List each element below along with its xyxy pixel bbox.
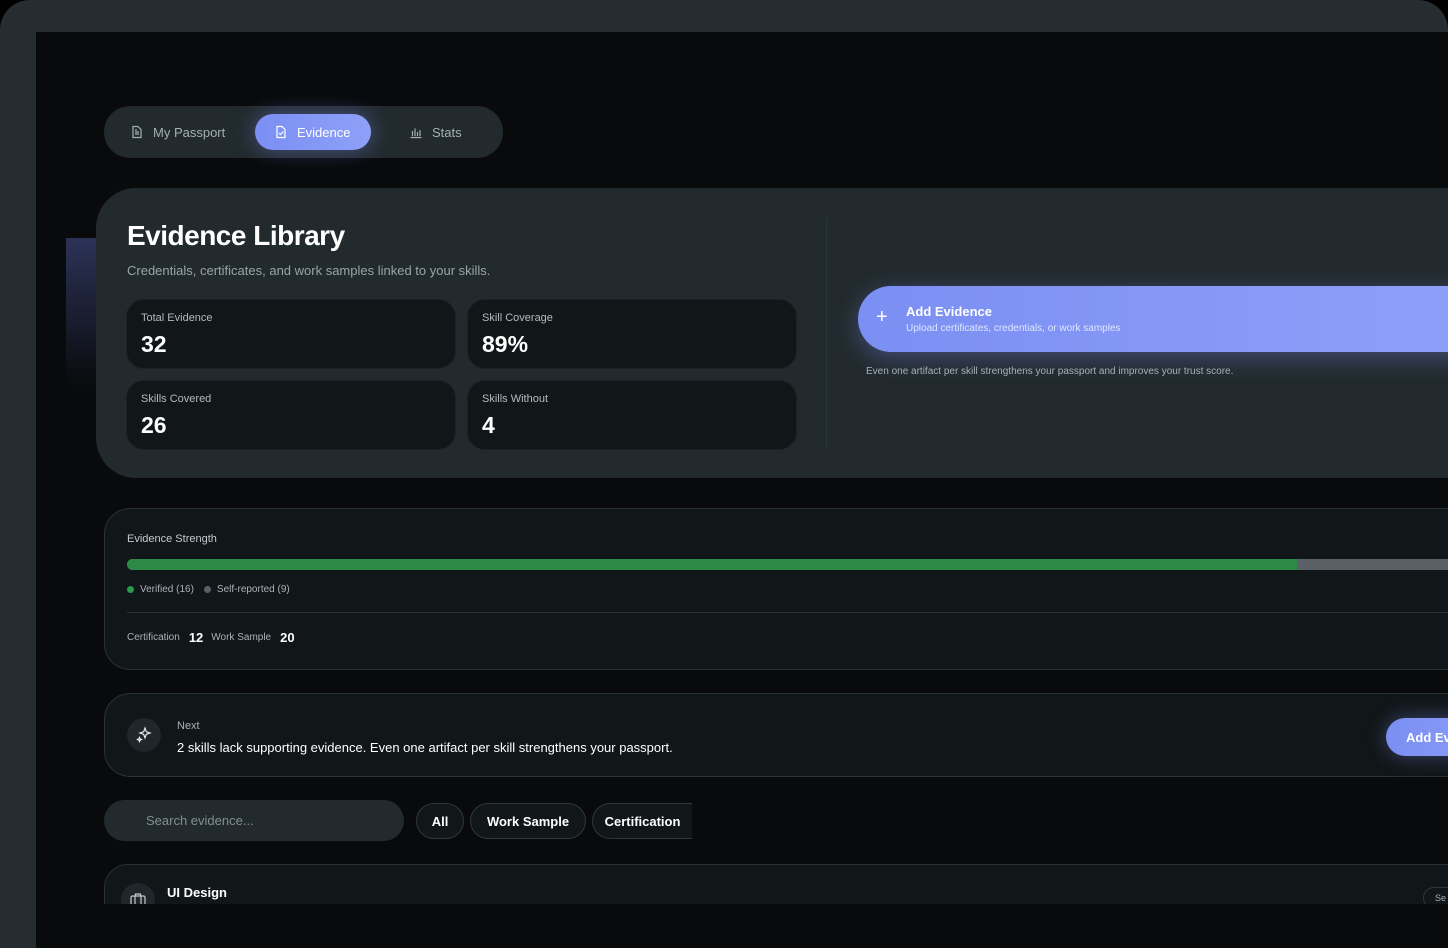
stat-total-evidence: Total Evidence 32	[126, 299, 456, 369]
add-evidence-subtitle: Upload certificates, credentials, or wor…	[906, 323, 1121, 334]
strength-title: Evidence Strength	[127, 533, 217, 545]
stat-skill-coverage: Skill Coverage 89%	[467, 299, 797, 369]
count-label-work-sample: Work Sample	[211, 632, 272, 643]
file-check-icon	[276, 125, 286, 139]
page-title: Evidence Library	[127, 220, 345, 251]
device-frame: My Passport Evidence Stats Evidence Libr…	[0, 0, 1448, 948]
count-label-certification: Certification	[127, 632, 180, 643]
stat-value: 26	[141, 412, 167, 438]
add-evidence-button[interactable]: + Add Evidence Upload certificates, cred…	[858, 286, 1448, 352]
page-subtitle: Credentials, certificates, and work samp…	[127, 263, 491, 278]
legend-verified: Verified (16)	[140, 584, 194, 595]
divider	[826, 218, 827, 448]
stat-label: Skill Coverage	[482, 312, 553, 324]
evidence-type-counts: Certification 12 Work Sample 20	[127, 630, 303, 645]
evidence-library-card: Evidence Library Credentials, certificat…	[96, 188, 1448, 478]
stat-label: Skills Without	[482, 393, 549, 405]
filter-chip-work-sample[interactable]: Work Sample	[470, 803, 586, 839]
document-icon	[132, 125, 142, 139]
tab-my-passport[interactable]: My Passport	[130, 114, 225, 150]
stat-value: 32	[141, 331, 167, 357]
add-evidence-title: Add Evidence	[906, 304, 992, 319]
sparkle-icon	[127, 718, 161, 752]
next-step-card: Next 2 skills lack supporting evidence. …	[104, 693, 1448, 777]
stat-label: Skills Covered	[141, 393, 212, 405]
tab-label: Stats	[432, 124, 462, 140]
stat-skills-without: Skills Without 4	[467, 380, 797, 450]
tab-label: My Passport	[153, 124, 226, 140]
self-reported-dot	[203, 586, 211, 593]
count-value-certification: 12	[188, 630, 204, 645]
app-screen: My Passport Evidence Stats Evidence Libr…	[36, 32, 1448, 948]
hero-note: Even one artifact per skill strengthens …	[866, 366, 1234, 377]
tab-bar: My Passport Evidence Stats	[104, 106, 503, 158]
stat-label: Total Evidence	[141, 312, 213, 324]
evidence-strength-card: Evidence Strength Verified (16) Self-rep…	[104, 508, 1448, 670]
verified-bar-fill	[127, 559, 1297, 570]
next-add-evidence-button[interactable]: Add Ev	[1386, 718, 1448, 756]
search-input[interactable]	[104, 800, 404, 841]
stat-value: 89%	[482, 331, 529, 357]
next-message: 2 skills lack supporting evidence. Even …	[177, 740, 673, 755]
screen-bottom-edge	[36, 904, 1448, 948]
plus-icon: +	[876, 306, 888, 328]
tab-evidence[interactable]: Evidence	[255, 114, 371, 150]
filter-chip-certification[interactable]: Certification	[592, 803, 692, 839]
evidence-title: UI Design	[167, 885, 227, 900]
stat-skills-covered: Skills Covered 26	[126, 380, 456, 450]
count-value-work-sample: 20	[280, 630, 295, 645]
legend-self-reported: Self-reported (9)	[216, 584, 290, 595]
bar-chart-icon	[410, 128, 422, 139]
next-label: Next	[177, 720, 200, 732]
verified-dot	[127, 586, 134, 593]
tab-label: Evidence	[297, 124, 351, 140]
divider	[127, 612, 1448, 613]
strength-legend: Verified (16) Self-reported (9)	[127, 584, 290, 595]
tab-stats[interactable]: Stats	[409, 114, 462, 150]
filter-chip-all[interactable]: All	[416, 803, 464, 839]
stat-value: 4	[482, 412, 495, 438]
strength-bar	[127, 559, 1448, 570]
